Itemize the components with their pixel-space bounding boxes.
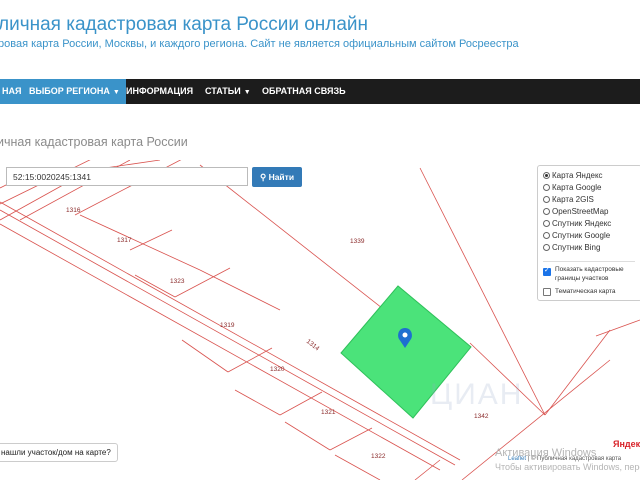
yandex-logo: Яндекс <box>613 439 640 449</box>
windows-activation-text: Чтобы активировать Windows, перейд <box>495 462 640 472</box>
show-borders-label: границы участков <box>555 274 609 282</box>
layer-option-label: Карта Яндекс <box>552 171 603 180</box>
layer-option-label: Спутник Google <box>552 231 611 240</box>
parcel-label: 1322 <box>371 453 386 460</box>
radio-button[interactable] <box>543 220 550 227</box>
help-link[interactable]: нашли участок/дом на карте? <box>0 443 118 462</box>
search-button-label: Найти <box>268 172 295 182</box>
search-button[interactable]: ⚲ Найти <box>252 167 302 187</box>
cadastral-map[interactable]: 1316 1317 1323 1319 1320 1321 1322 1339 … <box>0 160 640 480</box>
parcel-label: 1314 <box>305 338 321 353</box>
layer-option-label: Спутник Bing <box>552 243 601 252</box>
radio-button[interactable] <box>543 208 550 215</box>
search-icon: ⚲ <box>259 172 267 182</box>
radio-button[interactable] <box>543 244 550 251</box>
layer-switcher: Карта Яндекс Карта Google Карта 2GIS Ope… <box>537 165 640 301</box>
chevron-down-icon: ▼ <box>112 89 120 96</box>
radio-button[interactable] <box>543 172 550 179</box>
radio-button[interactable] <box>543 184 550 191</box>
nav-item-articles[interactable]: СТАТЬИ ▼ <box>205 79 251 104</box>
layer-option-label: OpenStreetMap <box>552 207 609 216</box>
site-title: личная кадастровая карта России онлайн <box>0 14 369 35</box>
layer-option-label: Карта 2GIS <box>552 195 594 204</box>
nav-item-feedback-label: ОБРАТНАЯ СВЯЗЬ <box>262 86 346 96</box>
layer-option-osm[interactable]: OpenStreetMap <box>543 207 608 216</box>
layer-option-label: Спутник Яндекс <box>552 219 612 228</box>
parcel-label: 1319 <box>220 322 235 329</box>
layer-option-bing-satellite[interactable]: Спутник Bing <box>543 243 600 252</box>
watermark: ЦИАН <box>430 378 524 411</box>
layer-option-yandex-map[interactable]: Карта Яндекс <box>543 171 603 180</box>
parcel-label: 1321 <box>321 409 336 416</box>
layer-option-2gis[interactable]: Карта 2GIS <box>543 195 594 204</box>
cadastral-search-input[interactable]: 52:15:0020245:1341 <box>6 167 248 186</box>
nav-item-home-label: НАЯ <box>2 86 22 96</box>
parcel-label: 1316 <box>66 207 81 214</box>
parcel-label: 1342 <box>474 413 489 420</box>
nav-item-articles-label: СТАТЬИ <box>205 86 241 96</box>
parcel-label: 1323 <box>170 278 185 285</box>
parcel-label: 1320 <box>270 366 285 373</box>
nav-item-info[interactable]: ИНФОРМАЦИЯ <box>126 79 193 104</box>
windows-activation-title: Активация Windows <box>495 447 597 459</box>
layer-option-google-satellite[interactable]: Спутник Google <box>543 231 610 240</box>
nav-item-info-label: ИНФОРМАЦИЯ <box>126 86 194 96</box>
show-borders-label: Показать кадастровые <box>555 266 624 273</box>
checkbox[interactable] <box>543 288 551 296</box>
thematic-map-toggle[interactable]: Тематическая карта <box>543 288 616 296</box>
page-title: ичная кадастровая карта России <box>0 135 188 149</box>
site-subtitle: ровая карта России, Москвы, и каждого ре… <box>0 38 519 50</box>
show-borders-toggle[interactable]: Показать кадастровые границы участков <box>543 266 624 283</box>
parcel-label: 1339 <box>350 238 365 245</box>
radio-button[interactable] <box>543 232 550 239</box>
thematic-map-label: Тематическая карта <box>555 288 616 295</box>
radio-button[interactable] <box>543 196 550 203</box>
checkbox[interactable] <box>543 267 551 276</box>
layer-option-google-map[interactable]: Карта Google <box>543 183 601 192</box>
chevron-down-icon: ▼ <box>243 89 251 96</box>
parcel-label: 1317 <box>117 237 132 244</box>
nav-item-region-label: ВЫБОР РЕГИОНА <box>29 86 110 96</box>
main-navbar: НАЯ ВЫБОР РЕГИОНА ▼ ИНФОРМАЦИЯ СТАТЬИ ▼ ОБ… <box>0 79 640 104</box>
nav-item-feedback[interactable]: ОБРАТНАЯ СВЯЗЬ <box>262 79 346 104</box>
nav-item-region[interactable]: ВЫБОР РЕГИОНА ▼ <box>23 79 126 104</box>
layer-option-label: Карта Google <box>552 183 602 192</box>
divider <box>543 261 635 262</box>
layer-option-yandex-satellite[interactable]: Спутник Яндекс <box>543 219 611 228</box>
